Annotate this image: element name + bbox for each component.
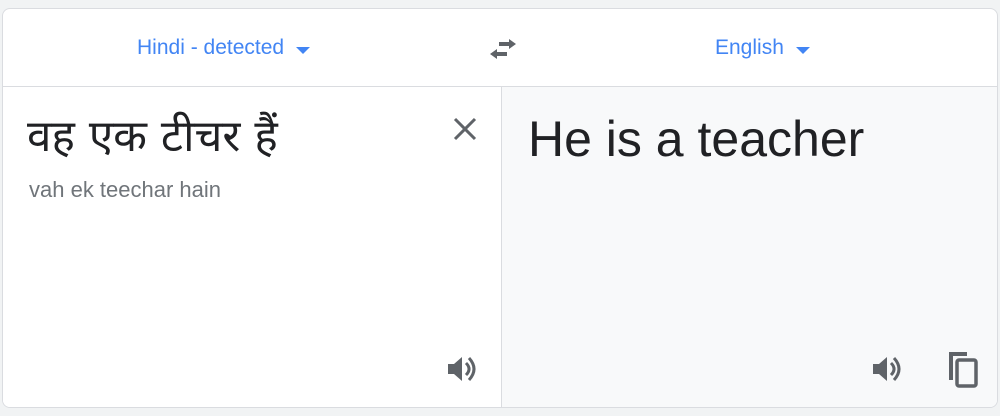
chevron-down-icon [296, 46, 311, 54]
source-transliteration: vah ek teechar hain [29, 177, 222, 202]
target-pane: He is a teacher [502, 87, 997, 407]
translate-card: Hindi - detected English वह एक टीचर हैं … [2, 8, 998, 408]
swap-arrows-icon [490, 39, 516, 59]
language-bar: Hindi - detected English [3, 9, 997, 87]
target-language-label: English [715, 36, 784, 59]
listen-source-button[interactable] [443, 349, 483, 389]
source-text[interactable]: वह एक टीचर हैं [27, 109, 278, 165]
translated-text: He is a teacher [528, 111, 865, 167]
clear-source-button[interactable] [449, 113, 481, 145]
swap-languages-button[interactable] [483, 31, 523, 67]
speaker-icon [448, 356, 476, 382]
target-language-selector[interactable]: English [715, 34, 810, 62]
chevron-down-icon [795, 46, 810, 54]
source-language-selector[interactable]: Hindi - detected [137, 34, 311, 62]
listen-translation-button[interactable] [868, 349, 908, 389]
copy-translation-button[interactable] [942, 349, 982, 389]
source-language-label: Hindi - detected [137, 36, 285, 59]
close-icon [453, 117, 477, 141]
source-pane[interactable]: वह एक टीचर हैं vah ek teechar hain [3, 87, 502, 407]
speaker-icon [873, 356, 901, 382]
copy-icon [949, 352, 978, 388]
